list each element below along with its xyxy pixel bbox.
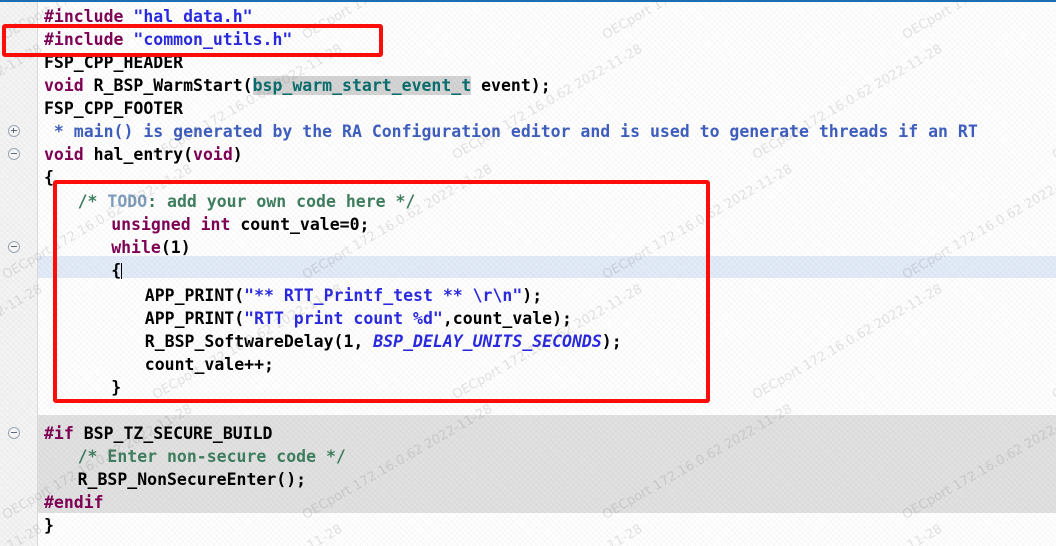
code-line[interactable]: unsigned int count_vale=0; bbox=[111, 213, 369, 236]
code-line[interactable]: void R_BSP_WarmStart(bsp_warm_start_even… bbox=[44, 74, 551, 97]
code-token: hal_entry( bbox=[93, 145, 194, 164]
code-line[interactable]: { bbox=[111, 259, 123, 282]
code-token: BSP_DELAY_UNITS_SECONDS bbox=[373, 332, 602, 351]
code-token: BSP_TZ_SECURE_BUILD bbox=[83, 424, 273, 443]
code-token: * main() is generated by the RA Configur… bbox=[44, 122, 978, 141]
code-line[interactable]: } bbox=[44, 514, 54, 537]
code-token: R_BSP_WarmStart( bbox=[93, 76, 253, 95]
code-line[interactable]: FSP_CPP_FOOTER bbox=[44, 97, 183, 120]
code-token: event); bbox=[471, 76, 551, 95]
code-token: unsigned int bbox=[111, 215, 241, 234]
code-line[interactable]: /* TODO: add your own code here */ bbox=[78, 190, 416, 213]
code-token: ); bbox=[601, 332, 622, 351]
code-line[interactable]: APP_PRINT("RTT print count %d",count_val… bbox=[145, 307, 572, 330]
top-divider-rule bbox=[0, 0, 1056, 2]
code-token: "** RTT_Printf_test ** \r\n" bbox=[244, 286, 523, 305]
code-token: R_BSP_NonSecureEnter(); bbox=[77, 470, 307, 489]
code-token: #endif bbox=[44, 493, 104, 512]
code-line[interactable]: { bbox=[44, 166, 54, 189]
code-token: : add your own code here */ bbox=[147, 192, 416, 211]
code-token: "common_utils.h" bbox=[133, 30, 293, 49]
code-token: void bbox=[44, 76, 94, 95]
code-line[interactable]: count_vale++; bbox=[145, 353, 274, 376]
code-token: void bbox=[44, 145, 94, 164]
code-token: void bbox=[193, 145, 233, 164]
code-token: "RTT print count %d" bbox=[244, 309, 443, 328]
code-token: /* Enter non-secure code */ bbox=[77, 447, 346, 466]
code-token: ,count_vale); bbox=[442, 309, 572, 328]
code-line[interactable]: /* Enter non-secure code */ bbox=[78, 445, 346, 468]
code-token: FSP_CPP_HEADER bbox=[44, 53, 184, 72]
code-line[interactable]: FSP_CPP_HEADER bbox=[44, 51, 183, 74]
code-token: TODO bbox=[107, 192, 148, 211]
code-line[interactable]: R_BSP_NonSecureEnter(); bbox=[78, 468, 306, 491]
code-token: { bbox=[44, 168, 54, 187]
code-token: #include bbox=[44, 7, 134, 26]
code-token: bsp_warm_start_event_t bbox=[252, 76, 472, 95]
code-line[interactable]: #endif bbox=[44, 491, 104, 514]
code-token: count_vale++; bbox=[144, 355, 274, 374]
code-line[interactable]: void hal_entry(void) bbox=[44, 143, 243, 166]
code-token: /* bbox=[77, 192, 108, 211]
text-caret bbox=[121, 263, 123, 279]
code-token: { bbox=[111, 261, 122, 280]
code-token: while bbox=[111, 238, 161, 257]
code-token: count_vale=0; bbox=[240, 215, 370, 234]
code-content[interactable]: #include "hal_data.h" #include "common_ut… bbox=[0, 0, 1056, 546]
code-token: APP_PRINT( bbox=[144, 309, 245, 328]
code-token: #if bbox=[44, 424, 84, 443]
code-token: #include bbox=[44, 30, 134, 49]
code-token: (1) bbox=[160, 238, 191, 257]
code-token: "hal_data.h" bbox=[133, 7, 253, 26]
code-token: } bbox=[44, 516, 54, 535]
code-line[interactable]: #include "common_utils.h" bbox=[44, 28, 292, 51]
code-line[interactable]: R_BSP_SoftwareDelay(1, BSP_DELAY_UNITS_S… bbox=[145, 330, 622, 353]
code-editor[interactable]: #include "hal_data.h" #include "common_ut… bbox=[0, 0, 1056, 546]
code-line[interactable]: APP_PRINT("** RTT_Printf_test ** \r\n"); bbox=[145, 284, 542, 307]
code-line[interactable]: #if BSP_TZ_SECURE_BUILD bbox=[44, 422, 273, 445]
code-token: APP_PRINT( bbox=[144, 286, 245, 305]
code-token: R_BSP_SoftwareDelay(1, bbox=[144, 332, 374, 351]
code-token: FSP_CPP_FOOTER bbox=[44, 99, 184, 118]
code-line[interactable]: while(1) bbox=[111, 236, 190, 259]
code-token: } bbox=[111, 378, 122, 397]
code-token: ); bbox=[522, 286, 543, 305]
code-line[interactable]: } bbox=[111, 376, 121, 399]
code-token: ) bbox=[232, 145, 243, 164]
code-line[interactable]: #include "hal_data.h" bbox=[44, 5, 253, 28]
code-line[interactable]: * main() is generated by the RA Configur… bbox=[44, 120, 978, 143]
